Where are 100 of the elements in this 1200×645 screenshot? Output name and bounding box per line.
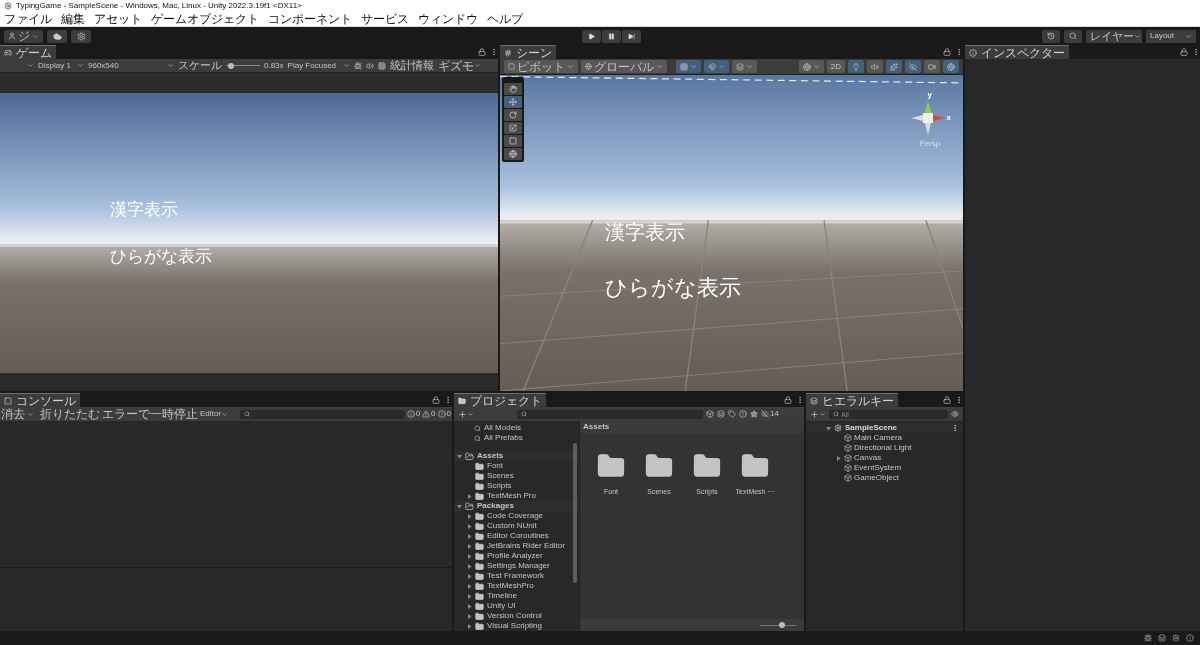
tree-item[interactable]: Visual Scripting <box>454 621 579 631</box>
bug-icon[interactable] <box>1144 634 1152 642</box>
eye-icon[interactable] <box>951 410 959 418</box>
hand-tool-button[interactable] <box>504 83 522 95</box>
alert-icon[interactable] <box>1186 634 1194 642</box>
search-field[interactable] <box>239 409 405 419</box>
gizmos-toggle[interactable] <box>943 60 959 73</box>
scene-row[interactable]: SampleScene <box>806 423 963 433</box>
menu-item[interactable]: ゲームオブジェクト <box>151 13 259 25</box>
editor-dropdown[interactable]: Editor <box>200 410 228 418</box>
tree-item[interactable]: Scenes <box>454 471 579 481</box>
move-tool-button[interactable] <box>504 96 522 108</box>
hierarchy-item[interactable]: Main Camera <box>806 433 963 443</box>
pivot-dropdown[interactable]: ピボット <box>504 60 578 73</box>
tree-item[interactable]: Custom NUnit <box>454 521 579 531</box>
more-icon[interactable] <box>955 48 963 56</box>
tree-item[interactable]: Editor Coroutines <box>454 531 579 541</box>
log-count[interactable]: 0 <box>406 410 421 418</box>
collapsed-arrow-icon[interactable] <box>466 623 472 629</box>
hidden-packages-count[interactable]: 14 <box>761 410 779 418</box>
cube-icon[interactable] <box>706 410 714 418</box>
collapsed-arrow-icon[interactable] <box>466 553 472 559</box>
search-button[interactable] <box>1064 29 1082 43</box>
settings-button[interactable] <box>71 29 91 43</box>
more-icon[interactable] <box>951 424 959 432</box>
panel-tab[interactable]: コンソール <box>0 393 80 407</box>
collapsed-arrow-icon[interactable] <box>466 603 472 609</box>
step-button[interactable] <box>622 29 641 43</box>
pause-button[interactable] <box>602 29 621 43</box>
history-button[interactable] <box>1042 29 1060 43</box>
account-button[interactable]: ジ <box>4 29 43 43</box>
collapsed-arrow-icon[interactable] <box>466 583 472 589</box>
collapsed-arrow-icon[interactable] <box>466 563 472 569</box>
menu-item[interactable]: ウィンドウ <box>418 13 478 25</box>
collapsed-arrow-icon[interactable] <box>836 455 841 461</box>
transform-tool-button[interactable] <box>504 148 522 160</box>
search-field[interactable] <box>517 409 703 419</box>
error-pause-button[interactable]: エラーで一時停止 <box>102 408 198 420</box>
lighting-toggle[interactable] <box>848 60 864 73</box>
menu-item[interactable]: 編集 <box>61 13 85 25</box>
lock-icon[interactable] <box>1180 48 1188 56</box>
menu-item[interactable]: サービス <box>361 13 409 25</box>
tree-item[interactable]: Code Coverage <box>454 511 579 521</box>
alert-icon[interactable] <box>739 410 747 418</box>
lock-icon[interactable] <box>943 396 951 404</box>
display-dropdown[interactable]: Display 1 <box>38 61 84 70</box>
increment-snap-button[interactable] <box>704 60 729 73</box>
clear-button[interactable]: 消去 <box>1 408 38 420</box>
effects-toggle[interactable] <box>886 60 902 73</box>
mode-2d-button[interactable]: 2D <box>826 60 845 73</box>
space-dropdown[interactable]: グローバル <box>581 60 667 73</box>
tree-item[interactable]: Version Control <box>454 611 579 621</box>
error-count[interactable]: 0 <box>437 410 451 418</box>
more-icon[interactable] <box>796 396 804 404</box>
tree-item[interactable]: Font <box>454 461 579 471</box>
scale-slider[interactable] <box>226 62 260 69</box>
collapse-button[interactable]: 折りたたむ <box>40 408 100 420</box>
bug-icon[interactable] <box>353 61 362 70</box>
favorite-item[interactable]: All Models <box>454 423 579 433</box>
layout-dropdown[interactable]: Layout <box>1146 29 1196 43</box>
scrollbar[interactable] <box>573 443 577 583</box>
more-icon[interactable] <box>1192 48 1200 56</box>
tag-icon[interactable] <box>728 410 736 418</box>
gear-icon[interactable] <box>1172 634 1180 642</box>
star-icon[interactable] <box>750 410 758 418</box>
panel-tab[interactable]: ゲーム <box>0 45 56 59</box>
grid-snap-button[interactable] <box>676 60 701 73</box>
tree-item[interactable]: JetBrains Rider Editor <box>454 541 579 551</box>
collapsed-arrow-icon[interactable] <box>466 543 472 549</box>
tree-item[interactable]: TextMeshPro <box>454 581 579 591</box>
menu-item[interactable]: ファイル <box>4 13 52 25</box>
panel-tab[interactable]: ヒエラルキー <box>806 393 898 407</box>
lock-icon[interactable] <box>943 48 951 56</box>
tree-item[interactable]: Packages <box>454 501 579 511</box>
panel-tab[interactable]: インスペクター <box>965 45 1069 59</box>
rect-tool-button[interactable] <box>504 135 522 147</box>
speaker-icon[interactable] <box>365 61 374 70</box>
resolution-dropdown[interactable]: 960x540 <box>88 61 174 70</box>
collapsed-arrow-icon[interactable] <box>466 613 472 619</box>
menu-item[interactable]: コンポーネント <box>268 13 352 25</box>
breadcrumb[interactable]: Assets <box>583 423 610 431</box>
create-button[interactable] <box>810 409 826 419</box>
layers-icon[interactable] <box>1158 634 1166 642</box>
lock-icon[interactable] <box>432 396 440 404</box>
warning-count[interactable]: 0 <box>422 410 436 418</box>
hierarchy-item[interactable]: EventSystem <box>806 463 963 473</box>
grid-settings-button[interactable] <box>732 60 757 73</box>
collapsed-arrow-icon[interactable] <box>466 493 472 499</box>
shading-dropdown[interactable] <box>798 60 824 73</box>
hierarchy-item[interactable]: Directional Light <box>806 443 963 453</box>
expanded-arrow-icon[interactable] <box>826 425 831 431</box>
tree-item[interactable]: TextMesh Pro <box>454 491 579 501</box>
scale-tool-button[interactable] <box>504 122 522 134</box>
tree-item[interactable]: Unity UI <box>454 601 579 611</box>
collapsed-arrow-icon[interactable] <box>466 523 472 529</box>
expanded-arrow-icon[interactable] <box>456 503 462 509</box>
more-icon[interactable] <box>490 48 498 56</box>
tree-item[interactable]: Profile Analyzer <box>454 551 579 561</box>
visibility-toggle[interactable] <box>905 60 921 73</box>
collapsed-arrow-icon[interactable] <box>466 513 472 519</box>
